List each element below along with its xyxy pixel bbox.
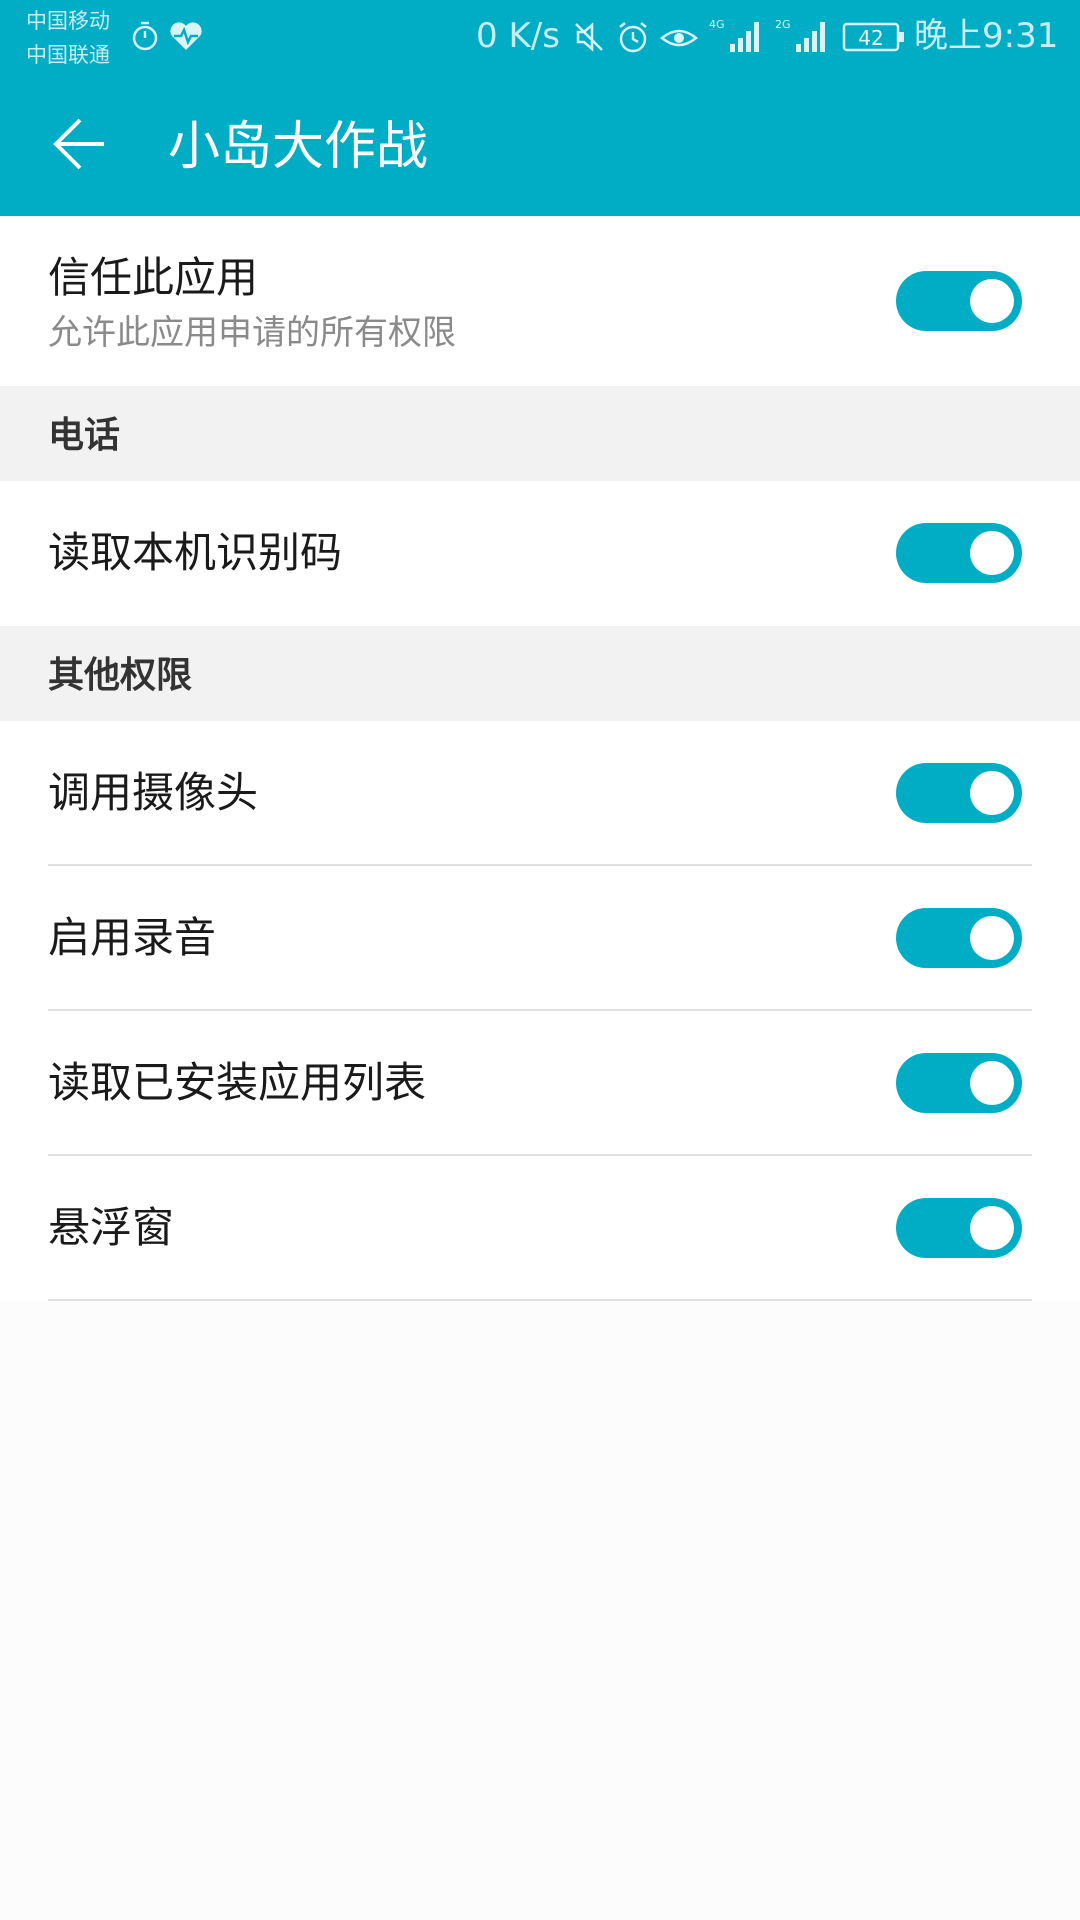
toggle-knob xyxy=(970,1206,1014,1250)
trust-app-sublabel: 允许此应用申请的所有权限 xyxy=(48,313,456,353)
permission-row-record-audio[interactable]: 启用录音 xyxy=(0,866,1080,1011)
clock: 晚上9:31 xyxy=(914,16,1059,56)
battery-level: 42 xyxy=(858,26,883,50)
page-title: 小岛大作战 xyxy=(168,117,429,177)
trust-app-toggle[interactable] xyxy=(896,271,1022,331)
permission-row-camera[interactable]: 调用摄像头 xyxy=(0,721,1080,866)
toggle-knob xyxy=(970,1061,1014,1105)
trust-app-label: 信任此应用 xyxy=(48,253,259,302)
section-title: 其他权限 xyxy=(48,655,193,696)
app-bar: 小岛大作战 xyxy=(0,76,1080,216)
permission-toggle-installed-apps[interactable] xyxy=(896,1053,1022,1113)
permission-label: 读取本机识别码 xyxy=(48,528,343,577)
heart-rate-icon xyxy=(168,20,204,56)
signal-4g-icon: 4G xyxy=(708,16,766,60)
permission-row-installed-apps[interactable]: 读取已安装应用列表 xyxy=(0,1011,1080,1156)
toggle-knob xyxy=(970,916,1014,960)
carrier-2: 中国联通 xyxy=(26,43,110,67)
permissions-list: 信任此应用 允许此应用申请的所有权限 电话 读取本机识别码 其他权限 调用摄像头… xyxy=(0,216,1080,1301)
signal-2g-icon: 2G xyxy=(774,16,832,60)
permission-row-floating-window[interactable]: 悬浮窗 xyxy=(0,1156,1080,1301)
alarm-icon xyxy=(615,19,651,59)
permission-toggle-read-device-id[interactable] xyxy=(896,523,1022,583)
divider xyxy=(48,1299,1032,1301)
permission-row-read-device-id[interactable]: 读取本机识别码 xyxy=(0,481,1080,626)
net-speed: 0 K/s xyxy=(476,16,560,56)
mute-icon xyxy=(572,20,606,58)
section-title: 电话 xyxy=(48,415,121,456)
carrier-names: 中国移动 中国联通 xyxy=(26,4,110,72)
permission-label: 读取已安装应用列表 xyxy=(48,1058,427,1107)
permission-toggle-floating-window[interactable] xyxy=(896,1198,1022,1258)
permission-toggle-camera[interactable] xyxy=(896,763,1022,823)
battery-icon: 42 xyxy=(842,20,906,58)
toggle-knob xyxy=(970,279,1014,323)
carrier-1: 中国移动 xyxy=(26,9,110,33)
signal-2-label: 2G xyxy=(775,18,791,31)
stopwatch-icon xyxy=(130,20,160,56)
section-header-other: 其他权限 xyxy=(0,626,1080,721)
toggle-knob xyxy=(970,771,1014,815)
toggle-knob xyxy=(970,531,1014,575)
status-bar: 中国移动 中国联通 0 K/s 4G 2G 42 晚上9:31 xyxy=(0,0,1080,76)
section-header-phone: 电话 xyxy=(0,386,1080,481)
permission-toggle-record-audio[interactable] xyxy=(896,908,1022,968)
trust-app-row[interactable]: 信任此应用 允许此应用申请的所有权限 xyxy=(0,216,1080,386)
permission-label: 调用摄像头 xyxy=(48,768,259,817)
permission-label: 悬浮窗 xyxy=(48,1203,175,1252)
back-button[interactable] xyxy=(44,110,116,182)
arrow-left-icon xyxy=(50,114,110,178)
eye-icon xyxy=(660,22,698,56)
permission-label: 启用录音 xyxy=(48,913,217,962)
signal-1-label: 4G xyxy=(709,18,725,31)
